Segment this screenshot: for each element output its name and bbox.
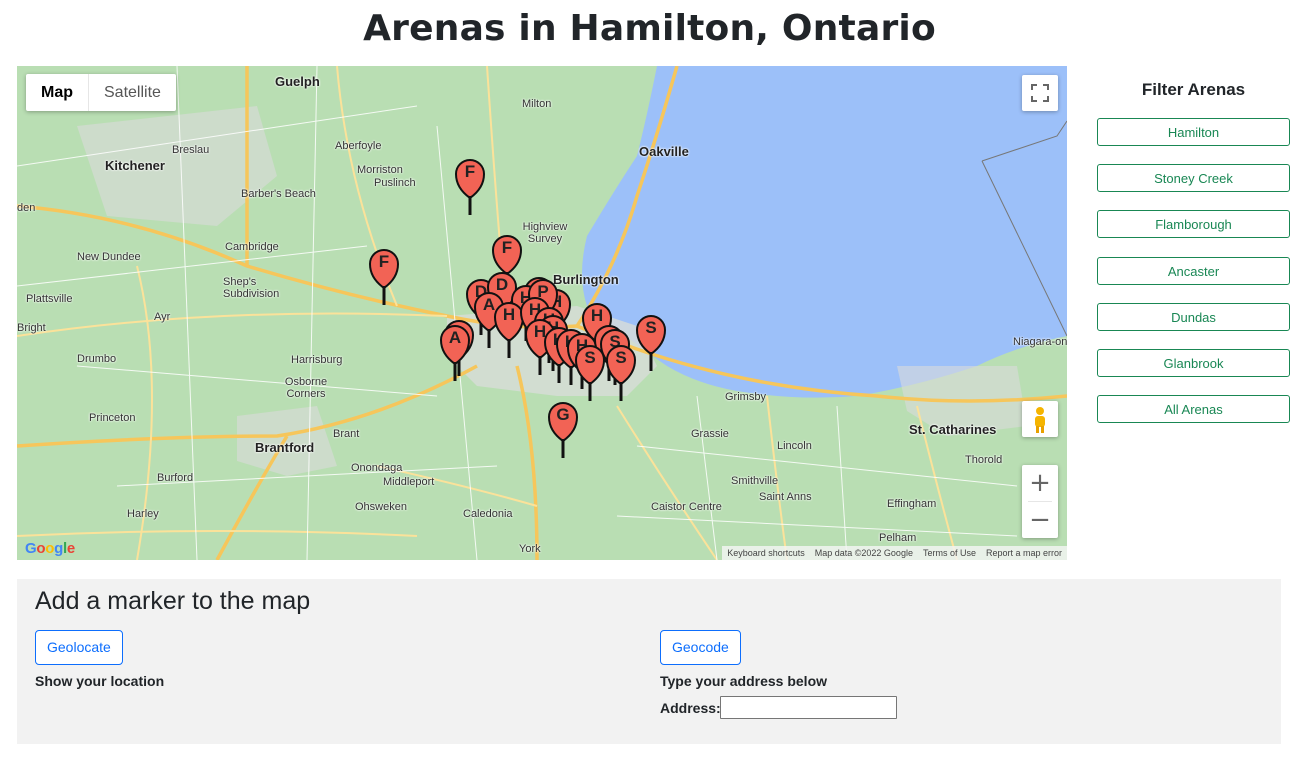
place-label: Cambridge xyxy=(225,241,279,253)
street-view-button[interactable] xyxy=(1022,401,1058,437)
place-label: Breslau xyxy=(172,144,210,156)
place-label: Caistor Centre xyxy=(651,501,722,513)
place-label: Middleport xyxy=(383,476,435,488)
place-label: Barber's Beach xyxy=(241,188,316,200)
pegman-icon xyxy=(1035,407,1045,433)
place-label: Brantford xyxy=(255,440,315,455)
place-label: Bright xyxy=(17,322,46,334)
filter-button-all-arenas[interactable]: All Arenas xyxy=(1097,395,1290,423)
geocode-button[interactable]: Geocode xyxy=(660,630,741,665)
place-label: St. Catharines xyxy=(909,422,997,437)
arena-marker-label: F xyxy=(464,162,476,181)
map-attribution: Keyboard shortcuts Map data ©2022 Google… xyxy=(722,546,1067,560)
fullscreen-button[interactable] xyxy=(1022,75,1058,111)
filter-button-glanbrook[interactable]: Glanbrook xyxy=(1097,349,1290,377)
place-label: New Dundee xyxy=(77,251,141,263)
report-error-link[interactable]: Report a map error xyxy=(981,546,1067,560)
zoom-out-button[interactable]: − xyxy=(1022,502,1058,538)
google-logo[interactable]: Google xyxy=(25,540,75,557)
place-label: Ayr xyxy=(154,311,171,323)
place-label: Princeton xyxy=(89,412,136,424)
place-label: Plattsville xyxy=(26,293,73,305)
zoom-in-button[interactable]: + xyxy=(1022,465,1058,501)
place-label: Thorold xyxy=(965,454,1003,466)
place-label: Ohsweken xyxy=(355,501,407,513)
arena-marker-label: A xyxy=(448,328,462,347)
arena-marker[interactable]: S xyxy=(605,344,637,401)
place-label: Shep's Subdivision xyxy=(223,276,280,300)
arena-marker[interactable]: S xyxy=(635,314,667,371)
filter-button-stoney-creek[interactable]: Stoney Creek xyxy=(1097,164,1290,192)
place-label: Burlington xyxy=(553,272,619,287)
place-label: Lincoln xyxy=(777,440,812,452)
place-label: Oakville xyxy=(639,144,689,159)
filter-button-hamilton[interactable]: Hamilton xyxy=(1097,118,1290,146)
arena-marker[interactable]: S xyxy=(574,344,606,401)
arena-marker[interactable]: F xyxy=(454,158,486,215)
place-label: Drumbo xyxy=(77,353,117,365)
filter-title: Filter Arenas xyxy=(1141,80,1246,99)
geolocate-help: Show your location xyxy=(35,673,165,689)
arena-marker-label: F xyxy=(378,252,390,271)
keyboard-shortcuts-link[interactable]: Keyboard shortcuts xyxy=(722,546,810,560)
place-label: Harrisburg xyxy=(291,354,343,366)
place-label: den xyxy=(17,202,36,214)
place-label: Grassie xyxy=(691,428,729,440)
arena-marker[interactable]: G xyxy=(547,401,579,458)
terms-of-use-link[interactable]: Terms of Use xyxy=(918,546,981,560)
address-label: Address: xyxy=(660,700,721,716)
panel-title: Add a marker to the map xyxy=(35,587,311,615)
place-label: Osborne Corners xyxy=(284,376,328,400)
arena-marker-label: F xyxy=(501,238,513,257)
place-label: Aberfoyle xyxy=(335,140,382,152)
map[interactable]: Guelph Kitchener Oakville Burlington Bra… xyxy=(17,66,1067,560)
place-label: Smithville xyxy=(731,475,779,487)
add-marker-panel: Add a marker to the map Geolocate Show y… xyxy=(17,579,1281,744)
place-label: Milton xyxy=(522,98,552,110)
geocode-help: Type your address below xyxy=(660,673,828,689)
address-input[interactable] xyxy=(720,696,897,719)
place-label: Niagara-on xyxy=(1013,336,1067,348)
place-label: Burford xyxy=(157,472,194,484)
filter-button-dundas[interactable]: Dundas xyxy=(1097,303,1290,331)
place-label: Morriston xyxy=(357,164,403,176)
geolocate-button[interactable]: Geolocate xyxy=(35,630,123,665)
map-type-control: Map Satellite xyxy=(26,74,176,111)
place-label: Brant xyxy=(333,428,360,440)
fullscreen-icon xyxy=(1031,84,1049,102)
arena-marker-label: H xyxy=(590,306,604,325)
place-label: Effingham xyxy=(887,498,937,510)
arena-marker-label: G xyxy=(556,405,570,424)
place-label: Puslinch xyxy=(374,177,416,189)
filter-button-ancaster[interactable]: Ancaster xyxy=(1097,257,1290,285)
page-title: Arenas in Hamilton, Ontario xyxy=(363,8,936,49)
zoom-control: + − xyxy=(1022,465,1058,538)
arena-marker-label: S xyxy=(584,348,596,367)
arena-marker[interactable]: F xyxy=(368,248,400,305)
map-type-map-button[interactable]: Map xyxy=(26,74,88,111)
place-label: Kitchener xyxy=(105,158,165,173)
place-label: Saint Anns xyxy=(759,491,812,503)
filter-button-flamborough[interactable]: Flamborough xyxy=(1097,210,1290,238)
map-type-satellite-button[interactable]: Satellite xyxy=(88,74,176,111)
map-data-text: Map data ©2022 Google xyxy=(814,548,913,558)
place-label: Grimsby xyxy=(725,391,766,403)
place-label: Highview Survey xyxy=(522,221,568,245)
place-label: Caledonia xyxy=(463,508,513,520)
arena-marker-label: S xyxy=(645,318,657,337)
arena-marker-label: S xyxy=(615,348,627,367)
place-label: Onondaga xyxy=(351,462,403,474)
place-label: Guelph xyxy=(275,74,320,89)
arena-marker[interactable]: A xyxy=(439,324,471,381)
place-label: Harley xyxy=(127,508,159,520)
place-label: Pelham xyxy=(879,532,917,544)
place-label: York xyxy=(519,543,541,555)
